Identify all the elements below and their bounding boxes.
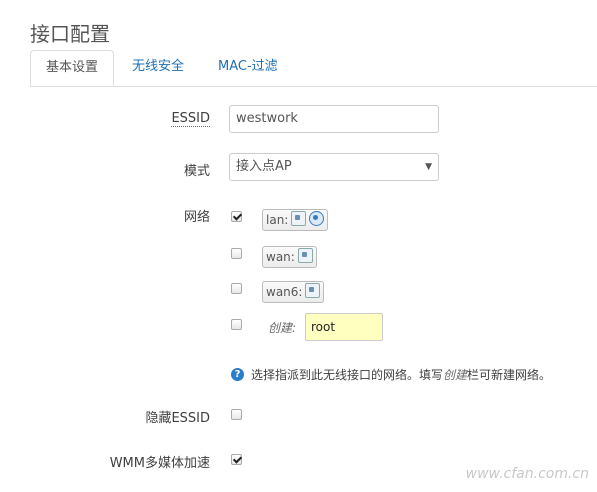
hide-essid-label: 隐藏ESSID <box>145 411 210 426</box>
watermark: www.cfan.com.cn <box>465 466 589 482</box>
essid-label: ESSID <box>171 111 210 127</box>
hide-essid-checkbox[interactable] <box>231 409 242 420</box>
network-wan-label: wan: <box>266 250 295 264</box>
tab-bar: 基本设置 无线安全 MAC-过滤 <box>30 50 597 87</box>
network-wan6-label: wan6: <box>266 285 303 299</box>
wmm-checkbox[interactable] <box>231 454 242 465</box>
ethernet-icon <box>305 283 321 298</box>
network-wan6-checkbox[interactable] <box>231 283 242 294</box>
mode-select[interactable]: 接入点AP ▼ <box>229 153 439 181</box>
network-lan-badge: lan: <box>262 209 329 231</box>
network-wan-checkbox[interactable] <box>231 248 242 259</box>
network-help-text: 选择指派到此无线接口的网络。填写创建栏可新建网络。 <box>251 368 552 382</box>
network-lan-checkbox[interactable] <box>231 211 242 222</box>
chevron-down-icon: ▼ <box>425 162 432 172</box>
network-create-label: 创建: <box>268 321 297 335</box>
mode-label: 模式 <box>183 164 210 179</box>
network-create-checkbox[interactable] <box>231 319 242 330</box>
tab-wireless-security[interactable]: 无线安全 <box>118 50 198 86</box>
tab-basic-settings[interactable]: 基本设置 <box>30 50 114 86</box>
network-wan-badge: wan: <box>262 246 317 268</box>
wmm-label: WMM多媒体加速 <box>109 456 210 471</box>
help-icon: ? <box>231 368 244 381</box>
essid-input[interactable]: westwork <box>229 105 439 133</box>
network-label: 网络 <box>183 210 210 225</box>
ethernet-icon <box>297 248 313 263</box>
wifi-icon <box>309 211 325 226</box>
ethernet-icon <box>291 211 307 226</box>
network-wan6-badge: wan6: <box>262 281 325 303</box>
tab-mac-filter[interactable]: MAC-过滤 <box>204 50 292 86</box>
network-lan-label: lan: <box>266 213 289 227</box>
network-create-input[interactable]: root <box>305 313 383 341</box>
page-title: 接口配置 <box>30 22 110 46</box>
mode-select-value: 接入点AP <box>236 159 292 174</box>
